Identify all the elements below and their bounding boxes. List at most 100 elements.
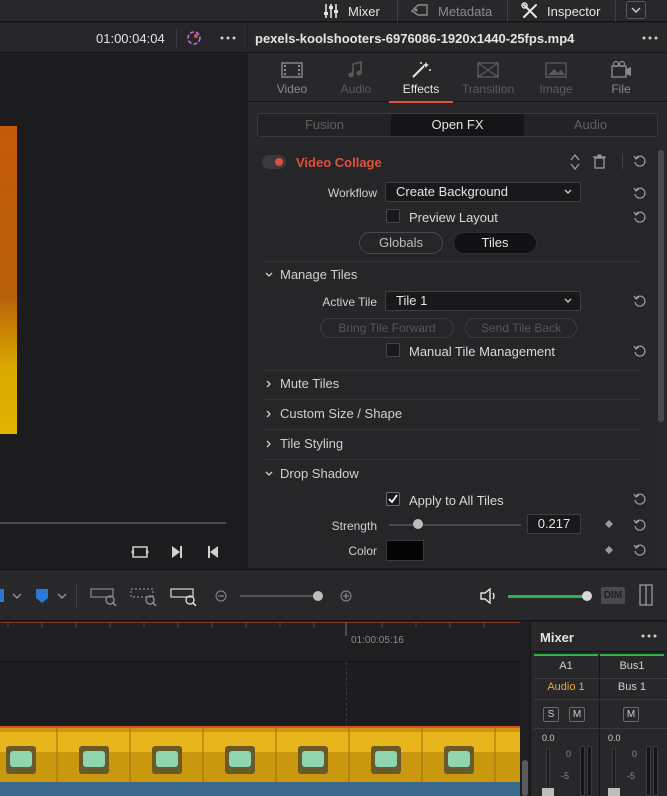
- channel-track[interactable]: Bus 1: [600, 681, 664, 693]
- divider: [262, 370, 640, 371]
- viewer-timecode[interactable]: 01:00:04:04: [96, 31, 165, 46]
- collapse-button[interactable]: [626, 1, 646, 19]
- channel-track[interactable]: Audio 1: [534, 681, 598, 693]
- more-options-icon[interactable]: [640, 634, 658, 638]
- tab-image[interactable]: Image: [524, 54, 588, 102]
- loop-icon[interactable]: [130, 544, 150, 560]
- reset-icon[interactable]: [633, 186, 647, 200]
- timeline-ruler[interactable]: 01:00:05:16: [0, 622, 520, 662]
- tab-file[interactable]: File: [589, 54, 653, 102]
- trash-icon[interactable]: [593, 154, 606, 169]
- reset-icon[interactable]: [633, 344, 647, 358]
- manual-tile-label: Manual Tile Management: [409, 344, 555, 359]
- workflow-dropdown[interactable]: Create Background: [385, 182, 581, 202]
- clip-name: pexels-koolshooters-6976086-1920x1440-25…: [255, 31, 575, 46]
- dim-button[interactable]: DIM: [601, 587, 625, 604]
- reorder-icon[interactable]: [569, 153, 581, 171]
- workflow-label: Workflow: [327, 186, 377, 200]
- fader-handle[interactable]: [542, 788, 554, 796]
- preview-layout-checkbox[interactable]: [386, 209, 400, 223]
- manual-tile-checkbox[interactable]: [386, 343, 400, 357]
- mixer-toggle[interactable]: Mixer: [322, 0, 380, 22]
- fader-handle[interactable]: [608, 788, 620, 796]
- bring-tile-forward-button[interactable]: Bring Tile Forward: [320, 318, 454, 338]
- reset-icon[interactable]: [633, 492, 647, 506]
- film-reel-icon: [611, 61, 631, 78]
- tab-transition[interactable]: Transition: [456, 54, 520, 102]
- send-tile-back-button[interactable]: Send Tile Back: [465, 318, 577, 338]
- play-next-icon[interactable]: [170, 545, 184, 559]
- chevron-down-icon[interactable]: [12, 592, 22, 600]
- tab-audio[interactable]: Audio: [324, 54, 388, 102]
- zoom-custom-icon[interactable]: [170, 586, 198, 606]
- zoom-out-icon[interactable]: [215, 590, 227, 602]
- tab-video[interactable]: Video: [260, 54, 324, 102]
- subtab-open-fx[interactable]: Open FX: [391, 114, 524, 136]
- viewer-header: 01:00:04:04: [0, 23, 247, 53]
- reset-icon[interactable]: [633, 154, 647, 168]
- color-picker-icon[interactable]: [185, 29, 203, 47]
- effect-enable-toggle[interactable]: [262, 155, 286, 169]
- mute-tiles-section[interactable]: Mute Tiles: [264, 376, 339, 391]
- strength-slider-thumb[interactable]: [412, 519, 423, 529]
- keyframe-diamond-icon[interactable]: [604, 545, 614, 555]
- reset-icon[interactable]: [633, 518, 647, 532]
- divider: [262, 261, 640, 262]
- tab-label: Transition: [461, 82, 515, 96]
- zoom-slider-thumb[interactable]: [313, 591, 323, 601]
- reset-icon[interactable]: [633, 294, 647, 308]
- chevron-down-icon: [631, 7, 641, 13]
- viewer-scrubber[interactable]: [0, 522, 226, 524]
- divider: [534, 678, 667, 679]
- mixer-title: Mixer: [540, 630, 574, 645]
- manage-tiles-section[interactable]: Manage Tiles: [264, 267, 357, 282]
- globals-button[interactable]: Globals: [359, 232, 443, 254]
- zoom-slider-track[interactable]: [240, 595, 320, 597]
- zoom-full-icon[interactable]: [90, 586, 118, 606]
- volume-slider-track[interactable]: [508, 595, 588, 598]
- strength-slider-track[interactable]: [389, 524, 521, 526]
- reset-icon[interactable]: [633, 210, 647, 224]
- metadata-toggle[interactable]: Metadata: [410, 0, 492, 22]
- chevron-down-icon[interactable]: [57, 592, 67, 600]
- tiles-button[interactable]: Tiles: [453, 232, 537, 254]
- tag-icon: [410, 4, 428, 16]
- color-swatch[interactable]: [386, 540, 424, 561]
- zoom-detail-icon[interactable]: [130, 586, 158, 606]
- ruler-timecode: 01:00:05:16: [351, 635, 404, 646]
- go-to-start-icon[interactable]: [206, 545, 220, 559]
- keyframe-diamond-icon[interactable]: [604, 519, 614, 529]
- video-clip[interactable]: [0, 726, 520, 782]
- volume-slider-thumb[interactable]: [582, 591, 592, 601]
- sliders-icon: [324, 4, 338, 18]
- inspector-scrollbar[interactable]: [658, 150, 664, 422]
- solo-button[interactable]: S: [543, 707, 559, 722]
- drop-shadow-section[interactable]: Drop Shadow: [264, 466, 359, 481]
- mute-button[interactable]: M: [623, 707, 639, 722]
- chevron-right-icon: [266, 440, 271, 447]
- subtab-audio[interactable]: Audio: [524, 114, 657, 136]
- reset-icon[interactable]: [633, 543, 647, 557]
- more-options-icon[interactable]: [641, 36, 659, 40]
- volume-icon[interactable]: [479, 587, 499, 605]
- active-tile-dropdown[interactable]: Tile 1: [385, 291, 581, 311]
- subtab-fusion[interactable]: Fusion: [258, 114, 391, 136]
- zoom-in-icon[interactable]: [340, 590, 352, 602]
- tab-effects[interactable]: Effects: [389, 54, 453, 103]
- marker-icon[interactable]: [35, 588, 49, 604]
- apply-all-checkbox[interactable]: [386, 492, 400, 506]
- section-label: Mute Tiles: [280, 376, 340, 391]
- viewer-canvas[interactable]: [0, 54, 247, 568]
- strength-value-field[interactable]: 0.217: [527, 514, 581, 534]
- flag-icon[interactable]: [0, 589, 4, 602]
- divider: [615, 0, 616, 22]
- panel-toggle-icon[interactable]: [639, 584, 653, 606]
- mute-button[interactable]: M: [569, 707, 585, 722]
- custom-size-section[interactable]: Custom Size / Shape: [264, 406, 402, 421]
- workflow-value: Create Background: [396, 184, 509, 199]
- more-options-icon[interactable]: [219, 36, 237, 40]
- inspector-toggle[interactable]: Inspector: [521, 0, 600, 22]
- timeline-scrollbar[interactable]: [522, 760, 528, 796]
- tile-styling-section[interactable]: Tile Styling: [264, 436, 343, 451]
- audio-clip[interactable]: [0, 782, 520, 796]
